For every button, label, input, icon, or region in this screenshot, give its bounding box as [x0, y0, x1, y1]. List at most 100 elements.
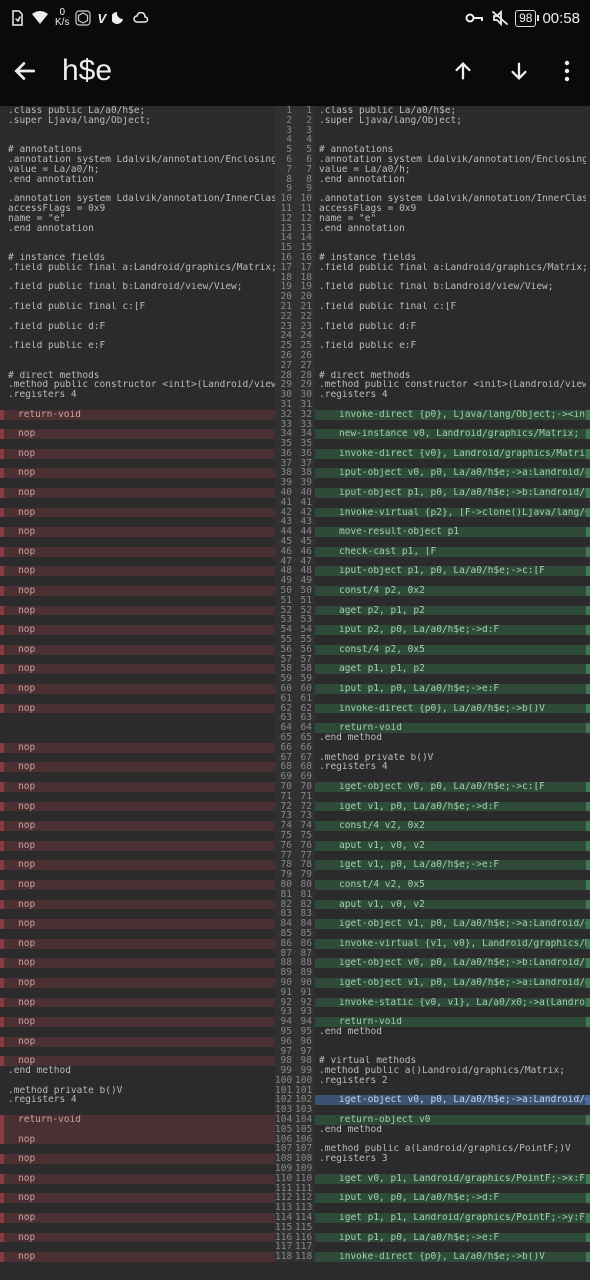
- code-line: 46check-cast p1, [F: [295, 547, 590, 557]
- code-line: 63: [0, 713, 295, 723]
- code-line: 63: [295, 713, 590, 723]
- code-line: 92invoke-static {v0, v1}, La/a0/x0;->a(L…: [295, 998, 590, 1008]
- code-line: 99.method public a()Landroid/graphics/Ma…: [295, 1066, 590, 1076]
- code-line: nop78: [0, 860, 295, 870]
- code-line: nop56: [0, 645, 295, 655]
- code-line: nop82: [0, 900, 295, 910]
- code-line: nop114: [0, 1213, 295, 1223]
- page-title: h$e: [62, 54, 428, 88]
- code-line: 22: [0, 312, 295, 322]
- code-line: nop116: [0, 1233, 295, 1243]
- code-line: 20: [295, 292, 590, 302]
- code-line: 4: [295, 135, 590, 145]
- code-line: 77: [295, 851, 590, 861]
- code-line: 23.field public d:F: [295, 322, 590, 332]
- document-icon: [10, 10, 25, 27]
- code-line: 109: [295, 1164, 590, 1174]
- code-line: .field public e:F25: [0, 341, 295, 351]
- code-line: 83: [0, 909, 295, 919]
- code-line: .registers 4102: [0, 1095, 295, 1105]
- code-line: 16# instance fields: [295, 253, 590, 263]
- code-line: 1.class public La/a0/h$e;: [295, 106, 590, 116]
- code-line: 109: [0, 1164, 295, 1174]
- code-line: 100: [0, 1076, 295, 1086]
- code-line: 26: [295, 351, 590, 361]
- code-line: nop72: [0, 802, 295, 812]
- overflow-menu[interactable]: [564, 60, 570, 82]
- code-line: 81: [295, 890, 590, 900]
- code-line: nop40: [0, 488, 295, 498]
- code-line: 27: [295, 361, 590, 371]
- code-line: 107.method public a(Landroid/graphics/Po…: [295, 1144, 590, 1154]
- code-line: 3: [295, 126, 590, 136]
- code-line: 75: [0, 831, 295, 841]
- code-line: nop86: [0, 939, 295, 949]
- code-line: 89: [0, 968, 295, 978]
- code-line: .super Ljava/lang/Object;2: [0, 116, 295, 126]
- code-line: 70iget-object v0, p0, La/a0/h$e;->c:[F: [295, 782, 590, 792]
- code-line: 51: [0, 596, 295, 606]
- code-line: # direct methods28: [0, 371, 295, 381]
- back-button[interactable]: [12, 58, 38, 84]
- code-line: 14: [295, 233, 590, 243]
- code-line: 30.registers 4: [295, 390, 590, 400]
- code-line: 36invoke-direct {v0}, Landroid/graphics/…: [295, 449, 590, 459]
- code-line: 93: [295, 1007, 590, 1017]
- code-line: .end annotation13: [0, 224, 295, 234]
- code-line: 43: [295, 517, 590, 527]
- code-line: 45: [0, 537, 295, 547]
- code-line: 12name = "e": [295, 214, 590, 224]
- code-line: 33: [295, 420, 590, 430]
- code-line: 71: [295, 792, 590, 802]
- code-line: 79: [295, 870, 590, 880]
- code-line: 15: [0, 243, 295, 253]
- code-line: 85: [0, 929, 295, 939]
- code-line: 111: [295, 1184, 590, 1194]
- code-line: 61: [295, 694, 590, 704]
- code-line: 38iput-object v0, p0, La/a0/h$e;->a:Land…: [295, 468, 590, 478]
- next-diff-button[interactable]: [508, 60, 530, 82]
- code-line: 64: [0, 723, 295, 733]
- code-line: 7value = La/a0/h;: [295, 165, 590, 175]
- code-line: 75: [295, 831, 590, 841]
- code-line: 10.annotation system Ldalvik/annotation/…: [295, 194, 590, 204]
- code-line: 4: [0, 135, 295, 145]
- code-line: 97: [0, 1047, 295, 1057]
- code-line: nop76: [0, 841, 295, 851]
- code-line: 24: [0, 331, 295, 341]
- code-line: 118invoke-direct {p0}, La/a0/h$e;->b()V: [295, 1252, 590, 1262]
- code-line: 61: [0, 694, 295, 704]
- code-line: 66: [295, 743, 590, 753]
- code-line: 47: [295, 557, 590, 567]
- code-line: 110iget v0, p1, Landroid/graphics/PointF…: [295, 1174, 590, 1184]
- code-line: nop52: [0, 606, 295, 616]
- code-line: 113: [295, 1203, 590, 1213]
- code-line: 101: [295, 1086, 590, 1096]
- prev-diff-button[interactable]: [452, 60, 474, 82]
- code-line: 111: [0, 1184, 295, 1194]
- diff-view[interactable]: .class public La/a0/h$e;1.super Ljava/la…: [0, 106, 590, 1280]
- code-line: 104return-object v0: [295, 1115, 590, 1125]
- code-line: nop90: [0, 978, 295, 988]
- code-line: 44move-result-object p1: [295, 527, 590, 537]
- code-line: 49: [295, 576, 590, 586]
- code-line: 103: [295, 1105, 590, 1115]
- code-line: 17.field public final a:Landroid/graphic…: [295, 263, 590, 273]
- code-line: 69: [295, 772, 590, 782]
- app-bar: h$e: [0, 36, 590, 106]
- cloud-icon: [132, 12, 150, 24]
- code-line: .field public final b:Landroid/view/View…: [0, 282, 295, 292]
- code-line: .class public La/a0/h$e;1: [0, 106, 295, 116]
- code-line: nop34: [0, 429, 295, 439]
- code-line: 67.method private b()V: [295, 753, 590, 763]
- code-line: 91: [295, 988, 590, 998]
- code-line: 31: [295, 400, 590, 410]
- code-line: 22: [295, 312, 590, 322]
- code-line: 117: [295, 1242, 590, 1252]
- code-line: 56const/4 p2, 0x5: [295, 645, 590, 655]
- code-line: 13.end annotation: [295, 224, 590, 234]
- code-line: 57: [0, 655, 295, 665]
- code-line: 14: [0, 233, 295, 243]
- status-right: 98 00:58: [465, 10, 580, 27]
- code-line: 71: [0, 792, 295, 802]
